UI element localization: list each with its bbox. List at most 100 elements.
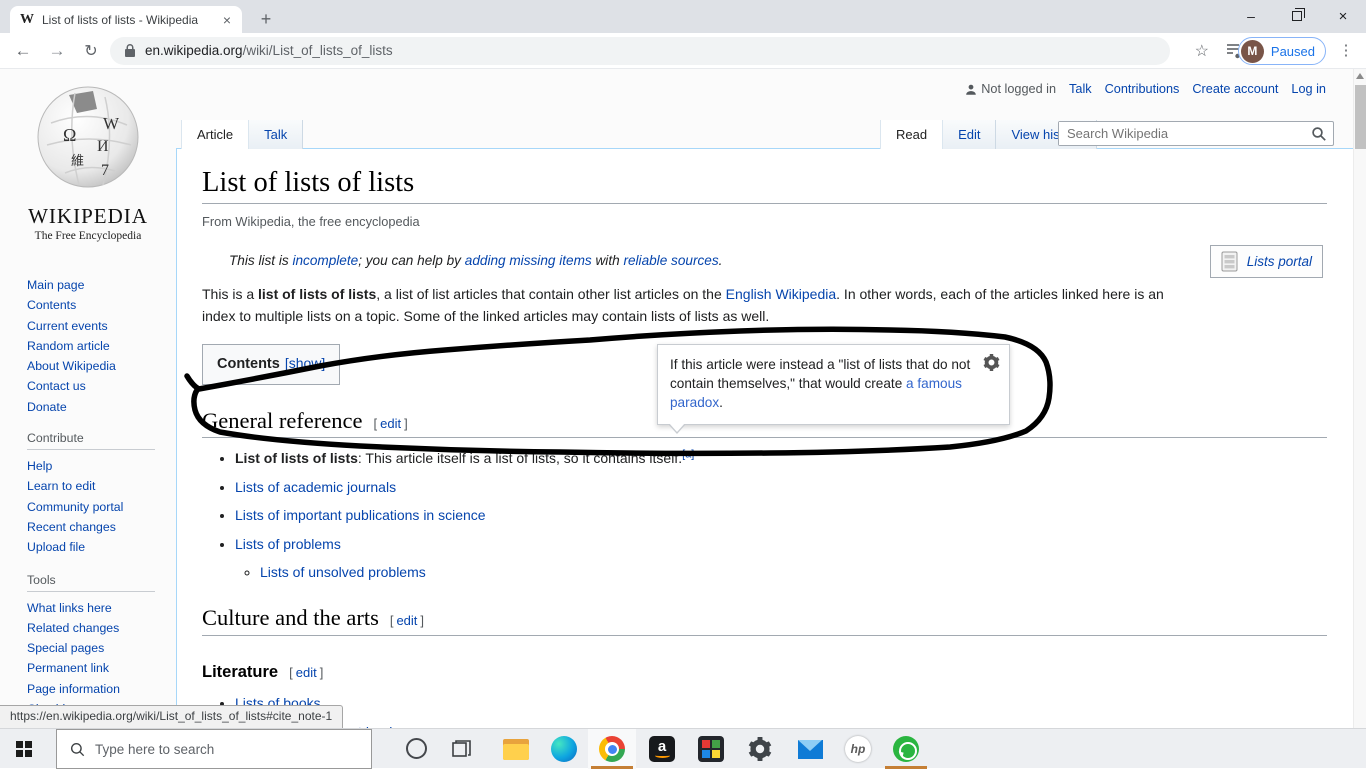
personal-contributions-link[interactable]: Contributions bbox=[1105, 82, 1180, 96]
reliable-sources-link[interactable]: reliable sources bbox=[623, 253, 718, 268]
sidebar-item-page-information[interactable]: Page information bbox=[27, 682, 120, 696]
scrollbar-up-icon[interactable] bbox=[1356, 73, 1364, 79]
wikipedia-wordmark[interactable]: WIKIPEDIA bbox=[0, 204, 176, 229]
tab-talk[interactable]: Talk bbox=[249, 120, 303, 149]
whatsapp-icon bbox=[893, 736, 919, 762]
forward-button[interactable]: → bbox=[42, 33, 72, 69]
wikipedia-search-box[interactable] bbox=[1058, 121, 1334, 146]
edit-link[interactable]: edit bbox=[377, 416, 404, 431]
contents-show-toggle[interactable]: [show] bbox=[285, 355, 325, 371]
tab-close-icon[interactable]: × bbox=[220, 12, 234, 28]
sidebar-heading-contribute: Contribute bbox=[27, 431, 155, 450]
lists-of-unsolved-problems-link[interactable]: Lists of unsolved problems bbox=[260, 564, 426, 580]
person-icon bbox=[965, 83, 977, 96]
sidebar-item-random-article[interactable]: Random article bbox=[27, 339, 110, 353]
self-reference-bold: List of lists of lists bbox=[235, 450, 358, 466]
browser-menu-icon[interactable]: ⋮ bbox=[1334, 39, 1358, 63]
lists-portal-box: Lists portal bbox=[1210, 245, 1323, 279]
file-explorer-icon bbox=[503, 739, 529, 760]
hatnote-text: with bbox=[592, 253, 624, 268]
restore-button[interactable] bbox=[1274, 0, 1320, 32]
address-bar[interactable]: en.wikipedia.org/wiki/List_of_lists_of_l… bbox=[110, 37, 1170, 65]
taskbar-settings[interactable] bbox=[736, 729, 784, 769]
footnote-a-link[interactable]: [a] bbox=[682, 448, 694, 460]
profile-button[interactable]: M Paused bbox=[1238, 37, 1326, 65]
minimize-button[interactable]: – bbox=[1228, 0, 1274, 32]
edit-link[interactable]: edit bbox=[393, 613, 420, 628]
tab-read[interactable]: Read bbox=[880, 120, 943, 149]
sidebar-item-permanent-link[interactable]: Permanent link bbox=[27, 661, 109, 675]
not-logged-in-label: Not logged in bbox=[965, 82, 1056, 96]
avatar: M bbox=[1241, 40, 1264, 63]
windows-start-icon[interactable] bbox=[16, 741, 32, 757]
sidebar-item-contents[interactable]: Contents bbox=[27, 298, 76, 312]
puzzle-icon bbox=[698, 736, 724, 762]
sidebar-item-recent-changes[interactable]: Recent changes bbox=[27, 520, 116, 534]
list-item: Help bbox=[27, 456, 176, 476]
taskbar-search-placeholder: Type here to search bbox=[95, 742, 214, 757]
sidebar-item-upload-file[interactable]: Upload file bbox=[27, 540, 85, 554]
taskbar-puzzle-app[interactable] bbox=[687, 729, 735, 769]
general-reference-list: List of lists of lists: This article its… bbox=[208, 449, 1327, 582]
intro-paragraph: This is a list of lists of lists, a list… bbox=[202, 284, 1307, 327]
edit-link[interactable]: edit bbox=[293, 665, 320, 680]
footnote-ref: [a] bbox=[682, 448, 694, 460]
taskbar-hp[interactable]: hp bbox=[834, 729, 882, 769]
taskbar-search-box[interactable]: Type here to search bbox=[56, 729, 372, 769]
reload-button[interactable]: ↻ bbox=[76, 33, 106, 69]
sidebar-item-current-events[interactable]: Current events bbox=[27, 319, 108, 333]
wikipedia-globe-logo[interactable]: W Ω И 維 7 bbox=[31, 83, 146, 195]
lists-of-problems-link[interactable]: Lists of problems bbox=[235, 536, 341, 552]
taskbar-mail[interactable] bbox=[786, 729, 834, 769]
sidebar-item-main-page[interactable]: Main page bbox=[27, 278, 84, 292]
lists-of-academic-journals-link[interactable]: Lists of academic journals bbox=[235, 479, 396, 495]
scrollbar-thumb[interactable] bbox=[1355, 85, 1366, 149]
sidebar-item-contact-us[interactable]: Contact us bbox=[27, 379, 86, 393]
tab-article[interactable]: Article bbox=[181, 120, 249, 149]
sidebar-item-community-portal[interactable]: Community portal bbox=[27, 500, 123, 514]
sidebar-item-what-links-here[interactable]: What links here bbox=[27, 601, 112, 615]
browser-tab[interactable]: W List of lists of lists - Wikipedia × bbox=[10, 6, 242, 33]
personal-log-in-link[interactable]: Log in bbox=[1291, 82, 1326, 96]
url-domain: en.wikipedia.org bbox=[145, 43, 243, 58]
sidebar-item-learn-to-edit[interactable]: Learn to edit bbox=[27, 479, 95, 493]
bookmark-star-icon[interactable]: ☆ bbox=[1195, 41, 1209, 61]
list-item: Recent changes bbox=[27, 517, 176, 537]
gear-icon[interactable] bbox=[983, 354, 1000, 371]
sidebar-item-related-changes[interactable]: Related changes bbox=[27, 621, 119, 635]
sidebar-group-contribute: Contribute Help Learn to edit Community … bbox=[0, 431, 176, 557]
search-input[interactable] bbox=[1059, 122, 1299, 145]
list-item: Special pages bbox=[27, 638, 176, 658]
sidebar-item-special-pages[interactable]: Special pages bbox=[27, 641, 104, 655]
intro-text: This is a bbox=[202, 286, 258, 302]
lists-portal-link[interactable]: Lists portal bbox=[1247, 251, 1312, 273]
lists-of-important-publications-link[interactable]: Lists of important publications in scien… bbox=[235, 507, 486, 523]
list-item: Page information bbox=[27, 679, 176, 699]
contents-label: Contents bbox=[217, 356, 280, 372]
task-view-icon[interactable] bbox=[452, 740, 471, 758]
adding-missing-items-link[interactable]: adding missing items bbox=[465, 253, 592, 268]
sidebar-item-donate[interactable]: Donate bbox=[27, 400, 67, 414]
taskbar-edge[interactable] bbox=[540, 729, 588, 769]
back-button[interactable]: ← bbox=[8, 33, 38, 69]
taskbar-file-explorer[interactable] bbox=[492, 729, 540, 769]
section-edit: [edit] bbox=[390, 613, 424, 628]
taskbar-chrome[interactable] bbox=[588, 729, 636, 769]
close-window-button[interactable]: × bbox=[1320, 0, 1366, 32]
tooltip-text: . bbox=[719, 395, 723, 410]
english-wikipedia-link[interactable]: English Wikipedia bbox=[726, 286, 837, 302]
sidebar-item-help[interactable]: Help bbox=[27, 459, 52, 473]
incomplete-link[interactable]: incomplete bbox=[292, 253, 358, 268]
personal-talk-link[interactable]: Talk bbox=[1069, 82, 1092, 96]
wikipedia-sidebar: W Ω И 維 7 WIKIPEDIA The Free Encyclopedi… bbox=[0, 69, 176, 728]
page-scrollbar[interactable] bbox=[1353, 69, 1366, 728]
taskbar-whatsapp[interactable] bbox=[882, 729, 930, 769]
cortana-icon[interactable] bbox=[406, 738, 427, 759]
search-icon[interactable] bbox=[1311, 126, 1327, 142]
sidebar-item-about-wikipedia[interactable]: About Wikipedia bbox=[27, 359, 116, 373]
personal-create-account-link[interactable]: Create account bbox=[1192, 82, 1278, 96]
tab-edit[interactable]: Edit bbox=[943, 120, 996, 149]
new-tab-button[interactable]: + bbox=[254, 8, 278, 32]
taskbar-amazon[interactable]: a bbox=[638, 729, 686, 769]
wikipedia-favicon-icon: W bbox=[20, 12, 34, 28]
